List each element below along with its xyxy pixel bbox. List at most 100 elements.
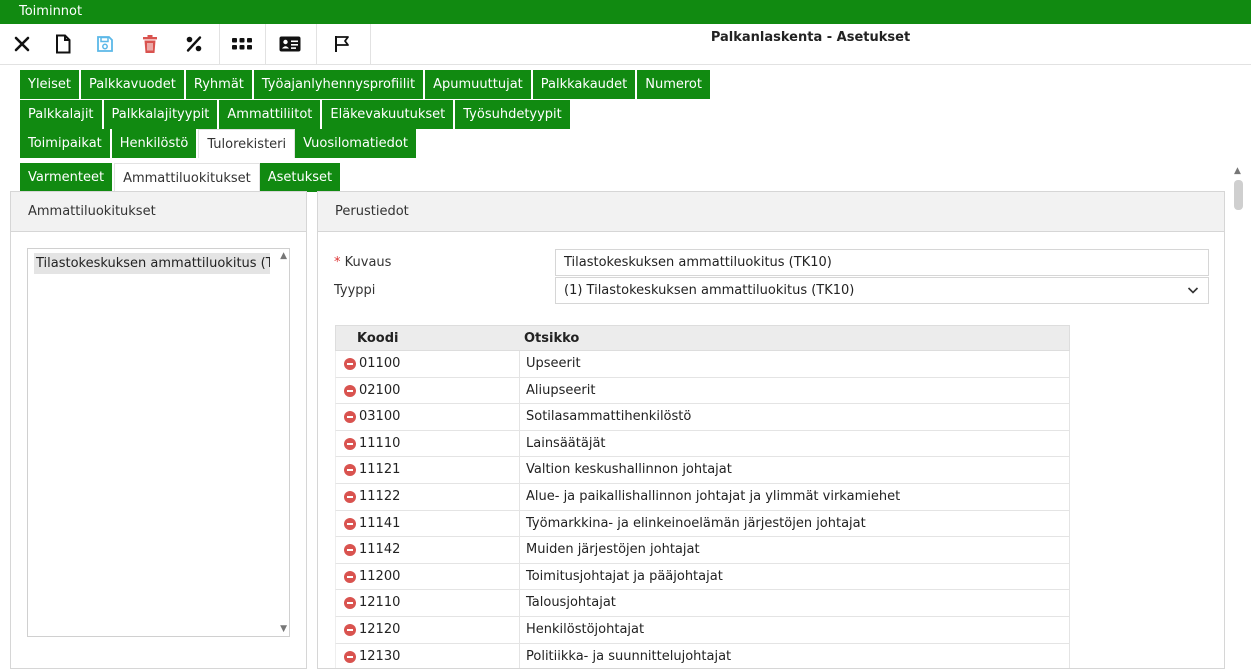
tab-vuosilomatiedot[interactable]: Vuosilomatiedot [295,129,418,158]
tyyppi-value: (1) Tilastokeskuksen ammattiluokitus (TK… [564,283,855,298]
remove-row-icon[interactable] [344,358,356,370]
row-title: Talousjohtajat [526,595,616,611]
scroll-up-arrow-icon[interactable]: ▲ [1234,166,1241,176]
tab-elakevakuutukset[interactable]: Eläkevakuutukset [322,100,456,129]
apps-grid-icon [232,38,252,50]
tab-toimipaikat[interactable]: Toimipaikat [20,129,112,158]
tab-tulorekisteri[interactable]: Tulorekisteri [198,129,296,158]
table-row[interactable]: 11200 Toimitusjohtajat ja pääjohtajat [335,563,1070,591]
table-row[interactable]: 12130 Politiikka- ja suunnittelujohtajat [335,643,1070,668]
toolbar-separator [370,24,371,64]
row-title: Muiden järjestöjen johtajat [526,542,700,558]
tab-apumuuttujat[interactable]: Apumuuttujat [425,70,533,99]
table-row[interactable]: 11141 Työmarkkina- ja elinkeinoelämän jär… [335,510,1070,538]
table-row[interactable]: 12120 Henkilöstöjohtajat [335,616,1070,644]
tab-row-1: Yleiset Palkkavuodet Ryhmät Työajanlyhen… [20,70,712,99]
delete-icon [143,35,157,53]
tab-palkkalajit[interactable]: Palkkalajit [20,100,104,129]
table-body: 01100 Upseerit 02100 Aliupseerit 03100 Sotila… [335,351,1070,668]
table-row[interactable]: 02100 Aliupseerit [335,377,1070,405]
tab-asetukset[interactable]: Asetukset [259,163,343,192]
classification-listbox[interactable]: Tilastokeskuksen ammattiluokitus (TK10) … [27,248,290,637]
row-code: 12110 [359,595,401,611]
tyyppi-select[interactable]: (1) Tilastokeskuksen ammattiluokitus (TK… [555,277,1209,304]
toolbar-separator [316,24,317,64]
row-title: Toimitusjohtajat ja pääjohtajat [526,568,723,584]
required-marker: * [334,255,341,270]
table-row[interactable]: 11122 Alue- ja paikallishallinnon johtaja… [335,483,1070,511]
tab-ammattiliitot[interactable]: Ammattiliitot [219,100,323,129]
row-title: Alue- ja paikallishallinnon johtajat ja … [526,488,901,504]
remove-row-icon[interactable] [344,517,356,530]
row-title: Valtion keskushallinnon johtajat [526,462,732,478]
remove-row-icon[interactable] [344,570,356,583]
menu-title[interactable]: Toiminnot [19,4,82,19]
row-code: 02100 [359,382,401,398]
row-code: 12120 [359,621,401,637]
column-divider [519,377,520,404]
column-divider [519,457,520,483]
kuvaus-input[interactable]: Tilastokeskuksen ammattiluokitus (TK10) [555,249,1209,276]
tab-ammattiluokitukset[interactable]: Ammattiluokitukset [114,163,260,192]
apps-button[interactable] [220,24,264,64]
tab-tyoajanlyhennysprofiilit[interactable]: Työajanlyhennysprofiilit [253,70,426,99]
scrollbar-thumb[interactable] [1234,180,1243,210]
row-title: Aliupseerit [526,382,596,398]
remove-row-icon[interactable] [344,623,356,636]
remove-row-icon[interactable] [344,490,356,503]
remove-row-icon[interactable] [344,411,356,424]
table-row[interactable]: 01100 Upseerit [335,351,1070,378]
column-divider [519,510,520,537]
table-row[interactable]: 12110 Talousjohtajat [335,590,1070,617]
row-code: 11110 [359,435,401,451]
column-header-title[interactable]: Otsikko [524,331,579,346]
chevron-down-icon [1187,287,1199,294]
classification-list-panel: Ammattiluokitukset Tilastokeskuksen amma… [10,191,307,669]
column-divider [519,404,520,430]
scroll-up-arrow-icon[interactable]: ▲ [280,251,287,261]
kuvaus-value: Tilastokeskuksen ammattiluokitus (TK10) [564,255,832,270]
tab-numerot[interactable]: Numerot [637,70,712,99]
save-button[interactable] [83,24,127,64]
tab-row-3: Toimipaikat Henkilöstö Tulorekisteri Vuo… [20,129,418,158]
remove-row-icon[interactable] [344,650,356,663]
column-divider [519,590,520,616]
remove-row-icon[interactable] [344,544,356,557]
page-scrollbar[interactable]: ▲ [1233,166,1245,669]
remove-row-icon[interactable] [344,597,356,610]
close-button[interactable] [0,24,44,64]
tab-ryhmat[interactable]: Ryhmät [185,70,254,99]
list-item[interactable]: Tilastokeskuksen ammattiluokitus (TK10) [34,253,270,274]
row-code: 01100 [359,356,401,371]
flag-button[interactable] [320,24,364,64]
tab-palkkavuodet[interactable]: Palkkavuodet [81,70,186,99]
tab-row-4: Varmenteet Ammattiluokitukset Asetukset [20,163,343,192]
tab-yleiset[interactable]: Yleiset [20,70,82,99]
column-header-code[interactable]: Koodi [357,331,398,346]
tab-palkkalajityypit[interactable]: Palkkalajityypit [103,100,220,129]
details-panel: Perustiedot * Kuvaus Tilastokeskuksen am… [317,191,1225,669]
scroll-down-arrow-icon[interactable]: ▼ [280,624,287,634]
id-card-button[interactable] [268,24,312,64]
remove-row-icon[interactable] [344,464,356,477]
table-row[interactable]: 11142 Muiden järjestöjen johtajat [335,537,1070,564]
tab-varmenteet[interactable]: Varmenteet [20,163,115,192]
save-icon [97,36,113,52]
remove-row-icon[interactable] [344,384,356,397]
table-row[interactable]: 11121 Valtion keskushallinnon johtajat [335,457,1070,484]
remove-row-icon[interactable] [344,437,356,450]
table-row[interactable]: 03100 Sotilasammattihenkilöstö [335,404,1070,431]
row-code: 11121 [359,462,401,478]
new-document-button[interactable] [41,24,85,64]
table-row[interactable]: 11110 Lainsäätäjät [335,430,1070,458]
tab-tyosuhdetyypit[interactable]: Työsuhdetyypit [455,100,572,129]
percent-button[interactable] [172,24,216,64]
right-panel-title: Perustiedot [318,192,1224,232]
tab-palkkakaudet[interactable]: Palkkakaudet [532,70,638,99]
toolbar [0,24,1251,65]
percent-icon [186,36,202,52]
column-divider [519,430,520,457]
tab-henkilosto[interactable]: Henkilöstö [111,129,199,158]
new-document-icon [56,34,71,54]
delete-button[interactable] [128,24,172,64]
